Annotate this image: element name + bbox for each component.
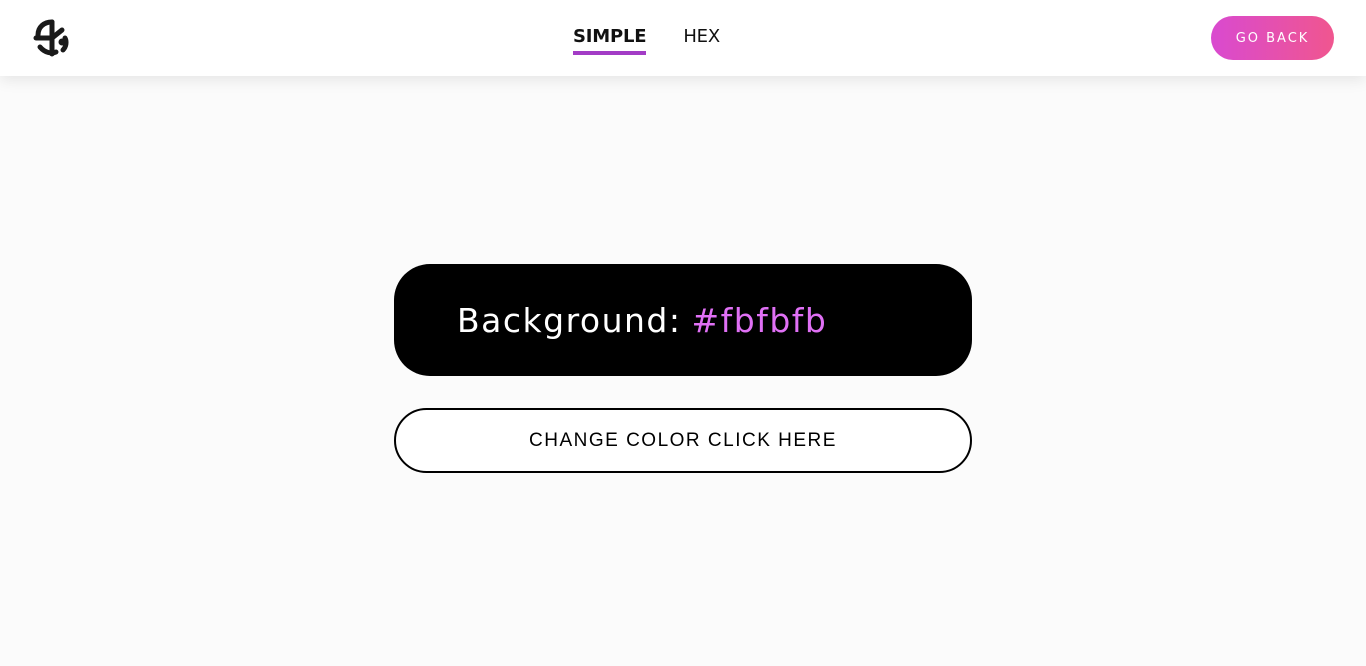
- navbar: SIMPLE HEX GO BACK: [0, 0, 1366, 76]
- nav-links: SIMPLE HEX: [573, 25, 720, 55]
- pinwheel-logo-icon[interactable]: [32, 18, 72, 58]
- nav-link-simple[interactable]: SIMPLE: [573, 25, 647, 55]
- background-label: Background:: [457, 300, 682, 340]
- background-display-card: Background: #fbfbfb: [394, 264, 972, 376]
- change-color-button[interactable]: CHANGE COLOR CLICK HERE: [394, 408, 972, 473]
- go-back-button[interactable]: GO BACK: [1211, 16, 1334, 60]
- nav-link-hex[interactable]: HEX: [683, 25, 720, 55]
- background-display: Background: #fbfbfb: [457, 301, 827, 340]
- background-value: #fbfbfb: [691, 300, 828, 340]
